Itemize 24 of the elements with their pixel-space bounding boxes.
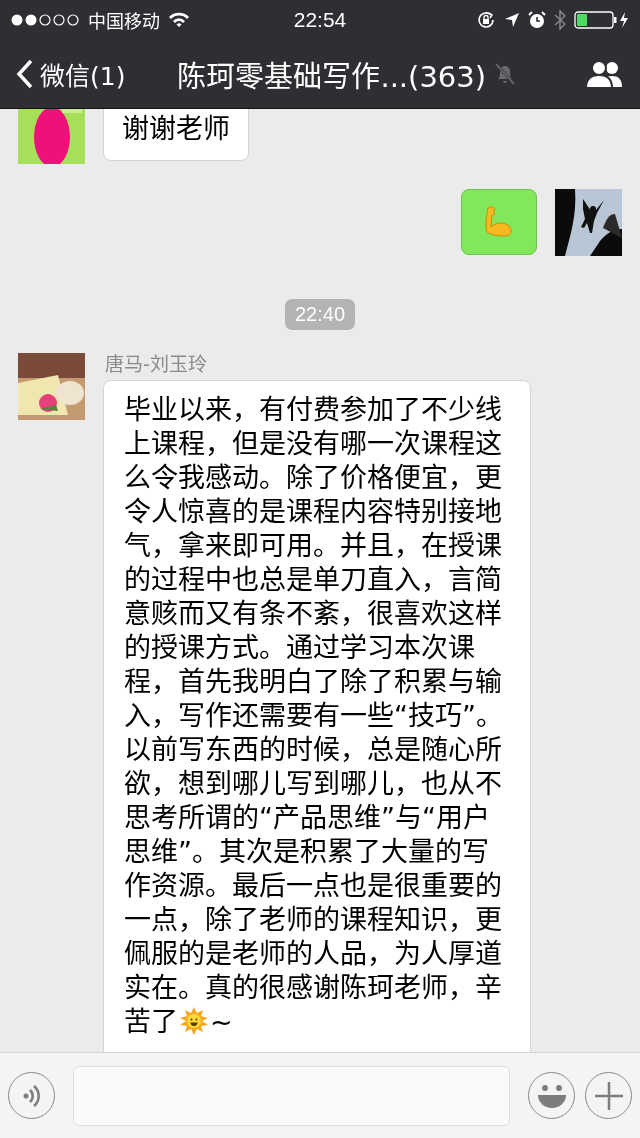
message-text: 毕业以来，有付费参加了不少线上课程，但是没有哪一次课程这么令我感动。除了价格便宜，更令人惊喜的是课程内容特别接地气，拿来即可用。并且，在授课的过程中也总是单刀直入，言简意赅而又有条不紊，很喜欢这样的授课方式。通过学习本次课程，首先我明白了除了积累与输入，写作还需要有一些“技巧”。以前写东西的时候，总是随心所欲，想到哪儿写到哪儿，也从不思考所谓的“产品思维”与“用户思维”。其次是积累了大量的写作资源。最后一点也是很重要的一点，除了老师的课程知识，更佩服的是老师的人品，为人厚道实在。真的很感谢陈珂老师，辛苦了 ~ [124,393,504,1039]
battery-icon [574,10,630,30]
people-icon [584,59,624,89]
message-input[interactable] [73,1065,510,1126]
location-icon [504,12,520,28]
chat-title: 陈珂零基础写作...(363) [177,59,487,95]
back-label: 微信(1) [40,61,126,92]
wifi-icon [168,12,190,28]
chevron-left-icon [16,59,34,89]
group-members-button[interactable] [584,59,624,89]
signal-icon [10,13,80,27]
voice-icon [21,1083,42,1108]
message-bubble[interactable]: 谢谢老师 [103,109,249,161]
plus-icon [594,1081,623,1110]
alarm-icon [528,11,546,29]
status-time: 22:54 [293,8,347,32]
timestamp: 22:40 [284,299,356,330]
back-button[interactable]: 微信(1) [16,56,126,92]
carrier-name: 中国移动 [88,10,160,33]
message-text: 谢谢老师 [122,112,230,146]
rotation-lock-icon [476,10,496,30]
sender-name: 唐马-刘玉玲 [105,352,207,376]
smiley-icon [536,1083,567,1108]
bluetooth-icon [554,10,566,30]
